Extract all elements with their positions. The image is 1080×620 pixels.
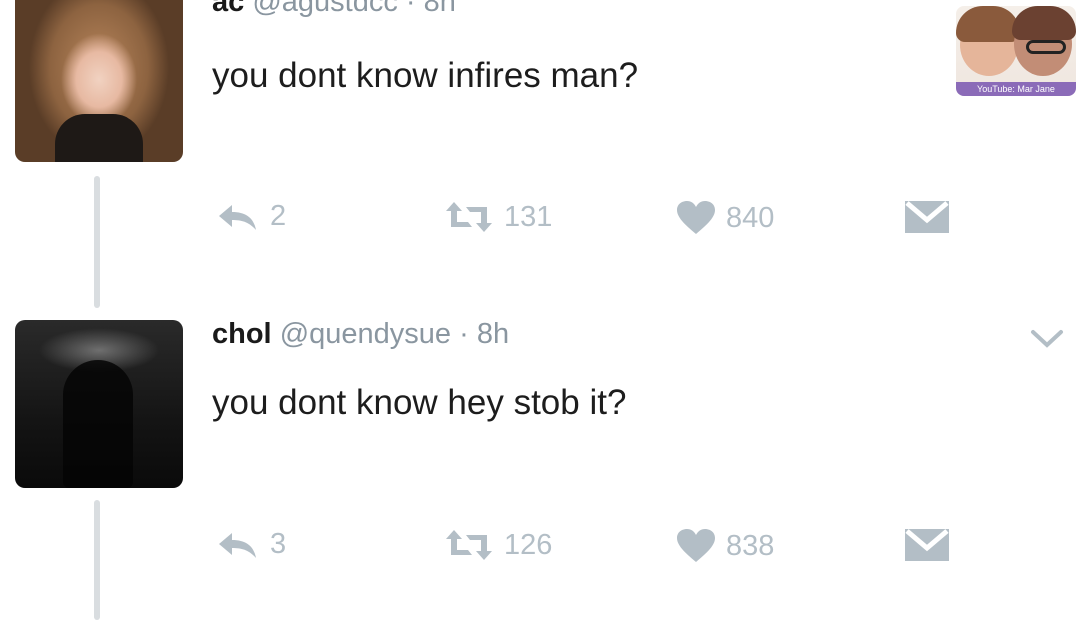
direct-message-button[interactable] <box>904 200 950 234</box>
envelope-icon <box>904 528 950 562</box>
watermark-logo: YouTube: Mar Jane <box>956 6 1076 96</box>
reply-arrow-icon <box>216 201 260 233</box>
reply-count: 2 <box>270 200 287 232</box>
reply-count: 3 <box>270 528 287 560</box>
retweet-count: 131 <box>504 200 553 233</box>
watermark-hair <box>1012 6 1076 40</box>
user-name[interactable]: ac <box>212 0 244 18</box>
thread-line <box>94 500 100 620</box>
separator-dot: · <box>459 318 469 350</box>
thread-line <box>94 176 100 308</box>
chevron-down-icon <box>1030 330 1064 354</box>
like-button[interactable]: 838 <box>676 528 774 564</box>
avatar-shirt <box>55 114 143 162</box>
retweet-button[interactable]: 131 <box>444 200 552 234</box>
envelope-icon <box>904 200 950 234</box>
tweet-text: you dont know hey stob it? <box>212 383 627 422</box>
heart-icon <box>676 528 716 564</box>
tweet-text: you dont know infires man? <box>212 56 639 95</box>
tweet-header: chol @quendysue · 8h <box>212 318 509 351</box>
heart-icon <box>676 200 716 236</box>
watermark-text: YouTube: Mar Jane <box>956 82 1076 96</box>
watermark-hair <box>956 6 1020 42</box>
tweet-header: ac @agustdcc · 8h <box>212 0 456 19</box>
like-button[interactable]: 840 <box>676 200 774 236</box>
direct-message-button[interactable] <box>904 528 950 562</box>
avatar-figure <box>63 360 133 488</box>
timestamp[interactable]: 8h <box>477 318 509 350</box>
like-count: 838 <box>726 529 775 562</box>
retweet-count: 126 <box>504 528 553 561</box>
retweet-button[interactable]: 126 <box>444 528 552 562</box>
retweet-icon <box>444 528 494 562</box>
user-name[interactable]: chol <box>212 318 272 350</box>
reply-button[interactable]: 3 <box>216 528 286 561</box>
reply-button[interactable]: 2 <box>216 200 286 233</box>
timestamp[interactable]: 8h <box>424 0 456 18</box>
avatar[interactable] <box>15 320 183 488</box>
avatar[interactable] <box>15 0 183 162</box>
like-count: 840 <box>726 201 775 234</box>
reply-arrow-icon <box>216 529 260 561</box>
retweet-icon <box>444 200 494 234</box>
watermark-glasses <box>1026 40 1066 54</box>
more-options-button[interactable] <box>1030 328 1064 355</box>
user-handle[interactable]: @quendysue <box>280 318 451 350</box>
separator-dot: · <box>405 0 416 18</box>
user-handle[interactable]: @agustdcc <box>252 0 398 18</box>
